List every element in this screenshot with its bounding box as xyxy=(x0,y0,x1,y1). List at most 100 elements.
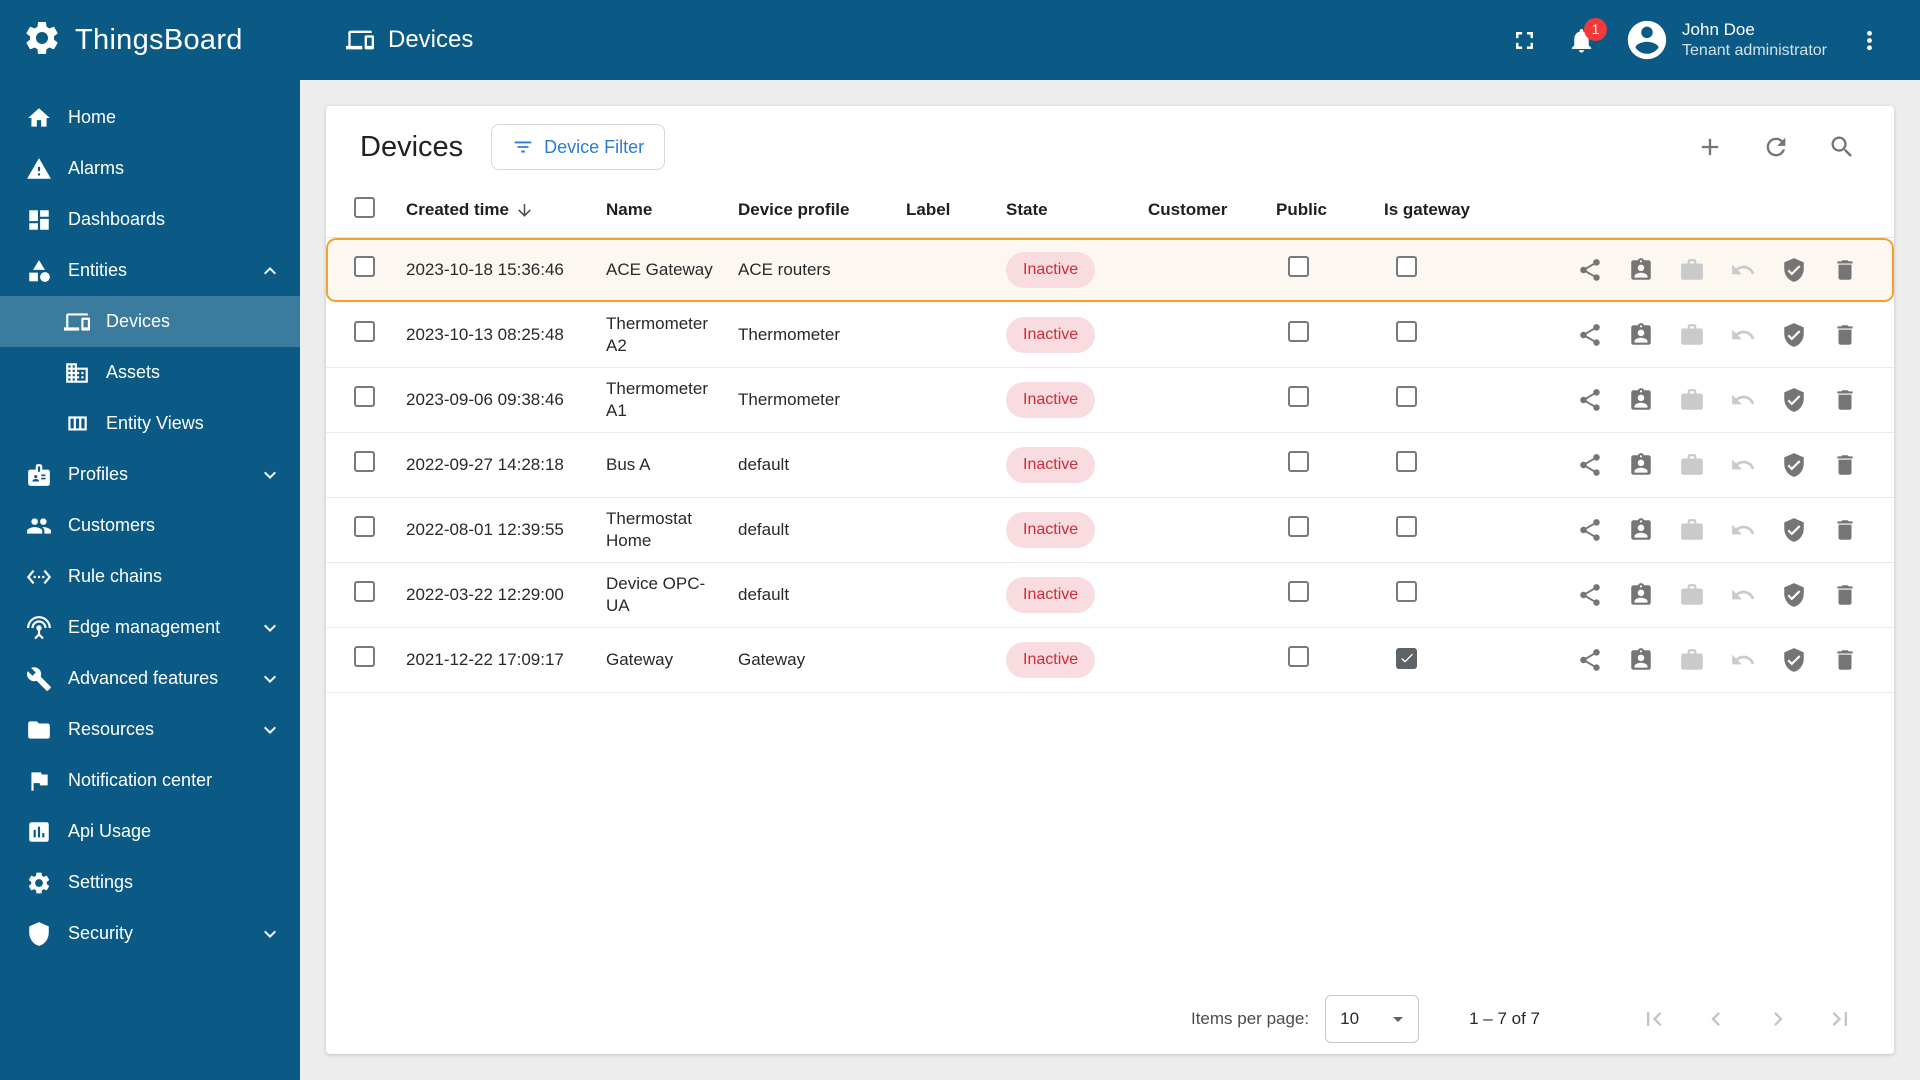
is-gateway-checkbox[interactable] xyxy=(1396,581,1417,603)
column-state[interactable]: State xyxy=(1006,199,1148,221)
more-menu-icon[interactable] xyxy=(1855,26,1884,55)
unassign-from-customer-icon[interactable] xyxy=(1730,517,1756,543)
manage-credentials-icon[interactable] xyxy=(1781,517,1807,543)
fullscreen-icon[interactable] xyxy=(1510,26,1539,55)
sidebar-item-edge-management[interactable]: Edge management xyxy=(0,602,300,653)
assign-to-customer-icon[interactable] xyxy=(1628,322,1654,348)
column-name[interactable]: Name xyxy=(606,199,738,221)
share-icon[interactable] xyxy=(1577,452,1603,478)
share-icon[interactable] xyxy=(1577,387,1603,413)
sidebar-item-profiles[interactable]: Profiles xyxy=(0,449,300,500)
manage-credentials-icon[interactable] xyxy=(1781,257,1807,283)
next-page-button[interactable] xyxy=(1764,1005,1792,1033)
refresh-icon[interactable] xyxy=(1762,133,1790,161)
add-device-icon[interactable] xyxy=(1696,133,1724,161)
sidebar-item-settings[interactable]: Settings xyxy=(0,857,300,908)
public-checkbox[interactable] xyxy=(1288,581,1309,603)
device-row-bus-a[interactable]: 2022-09-27 14:28:18 Bus A default Inactive xyxy=(326,433,1894,498)
row-select-checkbox[interactable] xyxy=(354,451,375,473)
row-select-checkbox[interactable] xyxy=(354,256,375,278)
manage-owner-icon[interactable] xyxy=(1679,582,1705,608)
is-gateway-checkbox[interactable] xyxy=(1396,386,1417,408)
share-icon[interactable] xyxy=(1577,322,1603,348)
notifications-bell-icon[interactable]: 1 xyxy=(1567,17,1608,55)
column-public[interactable]: Public xyxy=(1276,199,1384,221)
manage-credentials-icon[interactable] xyxy=(1781,582,1807,608)
manage-credentials-icon[interactable] xyxy=(1781,452,1807,478)
public-checkbox[interactable] xyxy=(1288,386,1309,408)
device-row-thermometer-a2[interactable]: 2023-10-13 08:25:48 Thermometer A2 Thermom… xyxy=(326,303,1894,368)
manage-credentials-icon[interactable] xyxy=(1781,387,1807,413)
device-row-ace-gateway[interactable]: 2023-10-18 15:36:46 ACE Gateway ACE router… xyxy=(326,238,1894,303)
row-select-checkbox[interactable] xyxy=(354,321,375,343)
delete-icon[interactable] xyxy=(1832,387,1858,413)
delete-icon[interactable] xyxy=(1832,647,1858,673)
assign-to-customer-icon[interactable] xyxy=(1628,647,1654,673)
sidebar-item-security[interactable]: Security xyxy=(0,908,300,959)
first-page-button[interactable] xyxy=(1640,1005,1668,1033)
sidebar-item-notification-center[interactable]: Notification center xyxy=(0,755,300,806)
previous-page-button[interactable] xyxy=(1702,1005,1730,1033)
manage-owner-icon[interactable] xyxy=(1679,517,1705,543)
unassign-from-customer-icon[interactable] xyxy=(1730,322,1756,348)
is-gateway-checkbox[interactable] xyxy=(1396,516,1417,538)
assign-to-customer-icon[interactable] xyxy=(1628,582,1654,608)
unassign-from-customer-icon[interactable] xyxy=(1730,582,1756,608)
sidebar-item-assets[interactable]: Assets xyxy=(0,347,300,398)
column-device-profile[interactable]: Device profile xyxy=(738,199,906,221)
share-icon[interactable] xyxy=(1577,517,1603,543)
column-customer[interactable]: Customer xyxy=(1148,199,1276,221)
delete-icon[interactable] xyxy=(1832,517,1858,543)
unassign-from-customer-icon[interactable] xyxy=(1730,647,1756,673)
unassign-from-customer-icon[interactable] xyxy=(1730,257,1756,283)
public-checkbox[interactable] xyxy=(1288,516,1309,538)
manage-owner-icon[interactable] xyxy=(1679,257,1705,283)
last-page-button[interactable] xyxy=(1826,1005,1854,1033)
user-menu[interactable]: John Doe Tenant administrator xyxy=(1624,17,1827,63)
device-row-device-opc-ua[interactable]: 2022-03-22 12:29:00 Device OPC-UA default I… xyxy=(326,563,1894,628)
sidebar-item-rule-chains[interactable]: Rule chains xyxy=(0,551,300,602)
is-gateway-checkbox[interactable] xyxy=(1396,647,1417,669)
is-gateway-checkbox[interactable] xyxy=(1396,451,1417,473)
sidebar-item-customers[interactable]: Customers xyxy=(0,500,300,551)
assign-to-customer-icon[interactable] xyxy=(1628,257,1654,283)
row-select-checkbox[interactable] xyxy=(354,516,375,538)
device-row-gateway[interactable]: 2021-12-22 17:09:17 Gateway Gateway Inactiv… xyxy=(326,628,1894,693)
column-label[interactable]: Label xyxy=(906,199,1006,221)
device-filter-button[interactable]: Device Filter xyxy=(491,124,666,170)
sidebar-item-dashboards[interactable]: Dashboards xyxy=(0,194,300,245)
delete-icon[interactable] xyxy=(1832,322,1858,348)
manage-credentials-icon[interactable] xyxy=(1781,647,1807,673)
sidebar-item-entities[interactable]: Entities xyxy=(0,245,300,296)
unassign-from-customer-icon[interactable] xyxy=(1730,452,1756,478)
manage-owner-icon[interactable] xyxy=(1679,387,1705,413)
items-per-page-select[interactable]: 10 xyxy=(1325,995,1420,1043)
public-checkbox[interactable] xyxy=(1288,451,1309,473)
delete-icon[interactable] xyxy=(1832,452,1858,478)
public-checkbox[interactable] xyxy=(1288,321,1309,343)
device-row-thermostat-home[interactable]: 2022-08-01 12:39:55 Thermostat Home defaul… xyxy=(326,498,1894,563)
sidebar-item-entity-views[interactable]: Entity Views xyxy=(0,398,300,449)
manage-owner-icon[interactable] xyxy=(1679,647,1705,673)
column-is-gateway[interactable]: Is gateway xyxy=(1384,199,1512,221)
manage-credentials-icon[interactable] xyxy=(1781,322,1807,348)
share-icon[interactable] xyxy=(1577,582,1603,608)
public-checkbox[interactable] xyxy=(1288,646,1309,668)
row-select-checkbox[interactable] xyxy=(354,386,375,408)
delete-icon[interactable] xyxy=(1832,257,1858,283)
public-checkbox[interactable] xyxy=(1288,256,1309,278)
is-gateway-checkbox[interactable] xyxy=(1396,256,1417,278)
assign-to-customer-icon[interactable] xyxy=(1628,452,1654,478)
manage-owner-icon[interactable] xyxy=(1679,452,1705,478)
delete-icon[interactable] xyxy=(1832,582,1858,608)
is-gateway-checkbox[interactable] xyxy=(1396,321,1417,343)
row-select-checkbox[interactable] xyxy=(354,646,375,668)
sidebar-item-home[interactable]: Home xyxy=(0,92,300,143)
sidebar-item-api-usage[interactable]: Api Usage xyxy=(0,806,300,857)
assign-to-customer-icon[interactable] xyxy=(1628,517,1654,543)
sidebar-item-resources[interactable]: Resources xyxy=(0,704,300,755)
search-icon[interactable] xyxy=(1828,133,1856,161)
select-all-checkbox[interactable] xyxy=(354,196,375,218)
unassign-from-customer-icon[interactable] xyxy=(1730,387,1756,413)
assign-to-customer-icon[interactable] xyxy=(1628,387,1654,413)
